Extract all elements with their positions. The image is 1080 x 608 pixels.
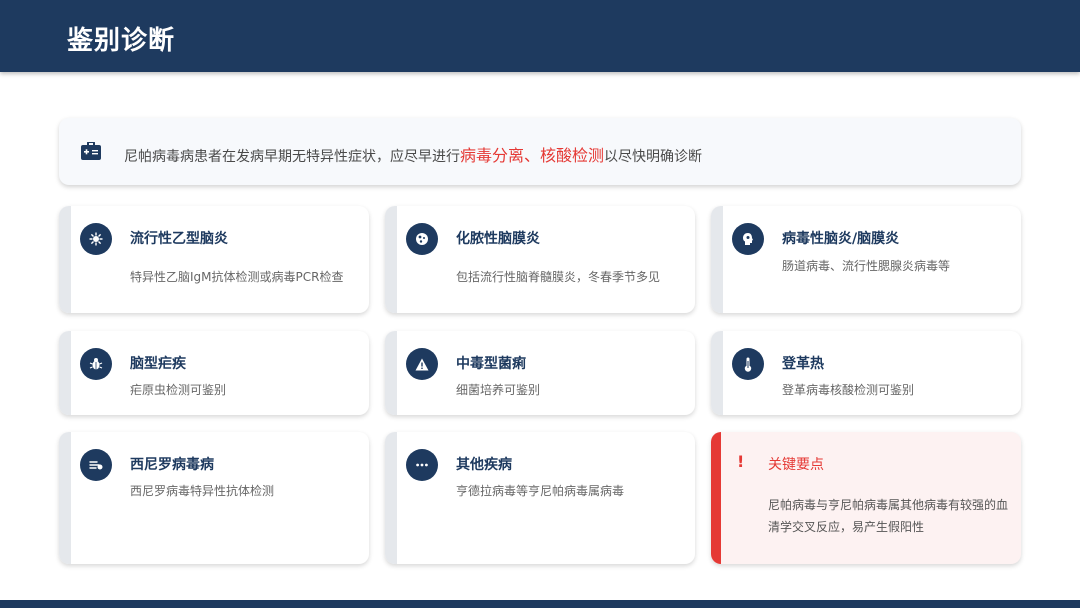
exclamation-icon: ! [737,452,745,471]
ellipsis-icon [416,463,428,467]
brain-icon [742,232,754,246]
disease-card: 西尼罗病毒病 西尼罗病毒特异性抗体检测 [59,432,369,564]
page-title: 鉴别诊断 [67,26,176,56]
card-stripe [59,331,71,415]
mosquito-icon [89,459,103,471]
card-stripe [59,432,71,564]
card-title: 病毒性脑炎/脑膜炎 [782,231,900,247]
card-stripe [385,432,397,564]
card-description: 肠道病毒、流行性腮腺炎病毒等 [782,259,951,273]
card-description: 包括流行性脑脊髓膜炎，冬春季节多见 [456,270,661,284]
disease-card: 中毒型菌痢 细菌培养可鉴别 [385,331,695,415]
note-text: 尼帕病毒病患者在发病早期无特异性症状，应尽早进行病毒分离、核酸检测以尽快明确诊断 [124,142,702,166]
card-icon-badge [406,449,438,481]
medical-kit-icon [81,142,101,160]
header-bar: 鉴别诊断 [0,0,1080,72]
card-stripe [59,206,71,313]
card-description: 疟原虫检测可鉴别 [130,383,227,397]
card-description: 西尼罗病毒特异性抗体检测 [130,484,275,498]
card-stripe [385,331,397,415]
card-icon-badge [406,348,438,380]
card-description: 细菌培养可鉴别 [456,383,541,397]
diagnosis-note: 尼帕病毒病患者在发病早期无特异性症状，应尽早进行病毒分离、核酸检测以尽快明确诊断 [59,118,1021,185]
note-highlight: 病毒分离、核酸检测 [460,146,605,165]
bacteria-icon [415,232,429,246]
disease-card: 化脓性脑膜炎 包括流行性脑脊髓膜炎，冬春季节多见 [385,206,695,313]
card-title: 流行性乙型脑炎 [130,231,228,247]
key-point-card: ! 关键要点 尼帕病毒与亨尼帕病毒属其他病毒有较强的血清学交叉反应，易产生假阳性 [711,432,1021,564]
card-title: 中毒型菌痢 [456,356,526,372]
note-text-before: 尼帕病毒病患者在发病早期无特异性症状，应尽早进行 [124,149,460,165]
card-icon-badge [80,348,112,380]
disease-card: 其他疾病 亨德拉病毒等亨尼帕病毒属病毒 [385,432,695,564]
key-point-title: 关键要点 [768,457,824,473]
card-title: 登革热 [782,356,824,372]
card-stripe [711,206,723,313]
disease-card: 登革热 登革病毒核酸检测可鉴别 [711,331,1021,415]
card-icon-badge [732,223,764,255]
disease-card: 流行性乙型脑炎 特异性乙脑IgM抗体检测或病毒PCR检查 [59,206,369,313]
card-icon-badge [732,348,764,380]
card-title: 其他疾病 [456,457,512,473]
card-description: 登革病毒核酸检测可鉴别 [782,383,915,397]
disease-card: 病毒性脑炎/脑膜炎 肠道病毒、流行性腮腺炎病毒等 [711,206,1021,313]
virus-icon [89,232,103,246]
card-icon-badge [80,223,112,255]
card-description: 亨德拉病毒等亨尼帕病毒属病毒 [456,484,625,498]
disease-card: 脑型疟疾 疟原虫检测可鉴别 [59,331,369,415]
card-stripe [711,331,723,415]
warning-icon [415,358,429,371]
card-description: 特异性乙脑IgM抗体检测或病毒PCR检查 [130,270,344,284]
bug-icon [89,357,103,371]
footer-bar [0,600,1080,608]
key-point-description: 尼帕病毒与亨尼帕病毒属其他病毒有较强的血清学交叉反应，易产生假阳性 [768,498,1009,534]
card-title: 西尼罗病毒病 [130,457,214,473]
card-icon-badge [406,223,438,255]
card-stripe [385,206,397,313]
card-title: 脑型疟疾 [130,356,186,372]
thermometer-icon [744,357,752,372]
card-title: 化脓性脑膜炎 [456,231,540,247]
alert-stripe [711,432,721,564]
note-text-after: 以尽快明确诊断 [604,149,703,165]
card-icon-badge [80,449,112,481]
